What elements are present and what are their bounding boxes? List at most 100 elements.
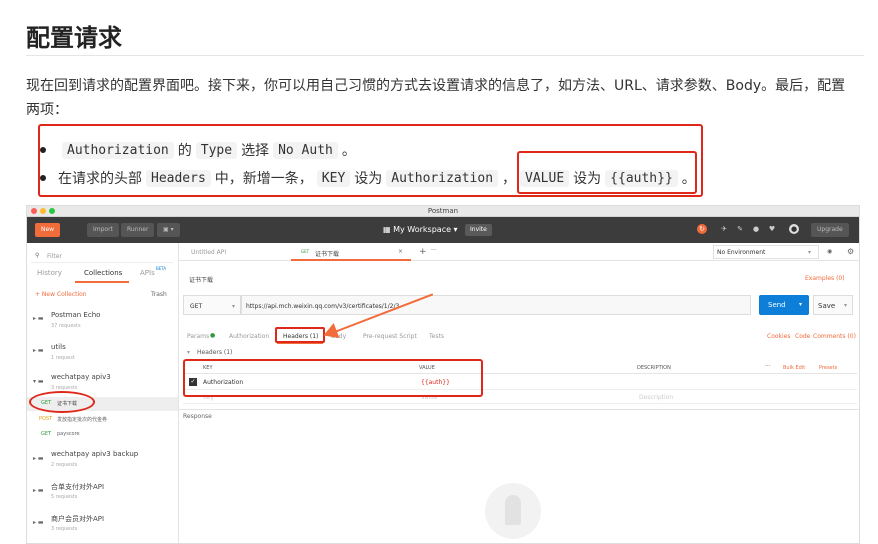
- gear-icon[interactable]: ⚙: [847, 247, 854, 256]
- import-button[interactable]: Import: [87, 223, 119, 237]
- text: 设为: [354, 171, 383, 187]
- collection-name: utils: [51, 343, 66, 351]
- new-window-button[interactable]: ▣ ▾: [157, 223, 180, 237]
- subtab-prerequest[interactable]: Pre-request Script: [363, 333, 417, 340]
- add-tab-icon[interactable]: +: [419, 247, 427, 257]
- search-icon: ⚲: [35, 252, 40, 259]
- chevron-down-icon: ▾: [844, 302, 848, 309]
- examples-link[interactable]: Examples (0): [805, 275, 845, 282]
- active-tab-underline: [75, 281, 129, 283]
- send-label: Send: [768, 301, 786, 309]
- subtab-tests[interactable]: Tests: [429, 333, 444, 340]
- code-value: VALUE: [520, 169, 570, 187]
- tab-apis[interactable]: APIs: [140, 269, 155, 277]
- new-button[interactable]: New: [35, 223, 61, 237]
- subtab-authorization[interactable]: Authorization: [229, 333, 269, 340]
- tab-history[interactable]: History: [37, 269, 62, 277]
- tab-untitled[interactable]: Untitled API: [191, 249, 226, 256]
- satellite-icon[interactable]: ✈: [719, 224, 729, 234]
- main-panel: Untitled API GET 证书下载 × + ··· No Environ…: [179, 243, 859, 543]
- collection-name: wechatpay apiv3: [51, 373, 111, 381]
- collection-count: 2 requests: [51, 462, 78, 468]
- environment-select[interactable]: No Environment ▾: [713, 245, 819, 259]
- trash-link[interactable]: Trash: [151, 291, 167, 298]
- folder-icon: ▸ ▬: [33, 455, 44, 462]
- more-icon[interactable]: ···: [765, 363, 771, 370]
- collection-count: 3 requests: [51, 526, 78, 532]
- bell-icon[interactable]: ●: [751, 224, 761, 234]
- tab-active[interactable]: GET 证书下载 ×: [291, 243, 411, 261]
- text: 。: [341, 143, 356, 159]
- collection-name: wechatpay apiv3 backup: [51, 450, 139, 458]
- collection-name: 合单支付对外API: [51, 483, 105, 491]
- text: ，: [502, 171, 517, 187]
- request-name: payscore: [57, 431, 80, 437]
- chevron-down-icon: ▾: [232, 303, 236, 310]
- comments-link[interactable]: Comments (0): [813, 333, 856, 340]
- invite-button[interactable]: Invite: [465, 224, 492, 236]
- text: 在请求的头部: [58, 171, 142, 187]
- method-label: GET: [190, 303, 203, 310]
- method-select[interactable]: GET ▾: [183, 295, 241, 315]
- eye-icon[interactable]: ◉: [827, 248, 832, 255]
- chevron-down-icon: ▾: [799, 301, 803, 308]
- subtab-params[interactable]: Params: [187, 333, 209, 340]
- save-button[interactable]: Save ▾: [813, 295, 853, 315]
- response-label: Response: [183, 413, 212, 420]
- method-badge: GET: [41, 431, 52, 437]
- new-collection-link[interactable]: + New Collection: [35, 291, 87, 298]
- active-subtab-underline: [277, 343, 323, 344]
- folder-open-icon: ▾ ▬: [33, 378, 44, 385]
- code-authorization: Authorization: [62, 141, 174, 159]
- request-tabs-bar: Untitled API GET 证书下载 × + ··· No Environ…: [179, 243, 859, 261]
- text: 。: [681, 171, 696, 187]
- grid-icon: ▦: [383, 225, 394, 234]
- window-title: Postman: [427, 207, 459, 215]
- code-link[interactable]: Code: [795, 333, 810, 340]
- code-auth-var: {{auth}}: [605, 169, 678, 187]
- method-badge: GET: [301, 249, 310, 254]
- url-text: https://api.mch.weixin.qq.com/v3/certifi…: [246, 303, 400, 310]
- cookies-link[interactable]: Cookies: [767, 333, 791, 340]
- avatar-icon[interactable]: ●: [789, 224, 799, 234]
- collection-count: 1 request: [51, 355, 75, 361]
- text: 中，新增一条，: [214, 171, 313, 187]
- col-description: DESCRIPTION: [637, 365, 671, 371]
- code-type: Type: [195, 141, 238, 159]
- text: 选择: [241, 143, 270, 159]
- filter-box[interactable]: ⚲ Filter: [31, 251, 173, 263]
- postman-screenshot: Postman New Import Runner ▣ ▾ ▦ My Works…: [26, 205, 860, 544]
- beta-badge: BETA: [156, 266, 167, 271]
- method-badge: POST: [39, 416, 53, 422]
- send-button[interactable]: Send ▾: [759, 295, 809, 315]
- collection-name: 商户会员对外API: [51, 515, 105, 523]
- text: 设为: [573, 171, 602, 187]
- presets-dropdown[interactable]: Presets: [819, 365, 837, 371]
- code-authorization: Authorization: [386, 169, 499, 187]
- filter-input[interactable]: Filter: [47, 253, 62, 260]
- upgrade-button[interactable]: Upgrade: [811, 223, 849, 237]
- annotation-box-header-row: [183, 359, 483, 397]
- folder-icon: ▸ ▬: [33, 347, 44, 354]
- folder-icon: ▸ ▬: [33, 519, 44, 526]
- wrench-icon[interactable]: ✎: [735, 224, 745, 234]
- collection-count: 5 requests: [51, 494, 78, 500]
- workspace-label: My Workspace: [393, 225, 452, 234]
- more-icon[interactable]: ···: [431, 247, 437, 254]
- params-dot-icon: ●: [210, 332, 216, 339]
- runner-button[interactable]: Runner: [121, 223, 155, 237]
- sync-icon[interactable]: ↻: [697, 224, 707, 234]
- description-placeholder[interactable]: Description: [639, 394, 673, 401]
- heart-icon[interactable]: ♥: [767, 224, 777, 234]
- workspace-selector[interactable]: ▦ My Workspace ▾: [383, 223, 458, 237]
- tab-collections[interactable]: Collections: [84, 269, 122, 277]
- collection-count: 37 requests: [51, 323, 81, 329]
- bullet-dot: [40, 175, 46, 181]
- text: 的: [177, 143, 192, 159]
- close-icon[interactable]: ×: [398, 248, 403, 255]
- url-input[interactable]: https://api.mch.weixin.qq.com/v3/certifi…: [241, 295, 751, 315]
- breadcrumb: 证书下载: [189, 277, 214, 284]
- code-key: KEY: [316, 169, 351, 187]
- save-label: Save: [818, 302, 836, 310]
- bulk-edit-link[interactable]: Bulk Edit: [783, 365, 805, 371]
